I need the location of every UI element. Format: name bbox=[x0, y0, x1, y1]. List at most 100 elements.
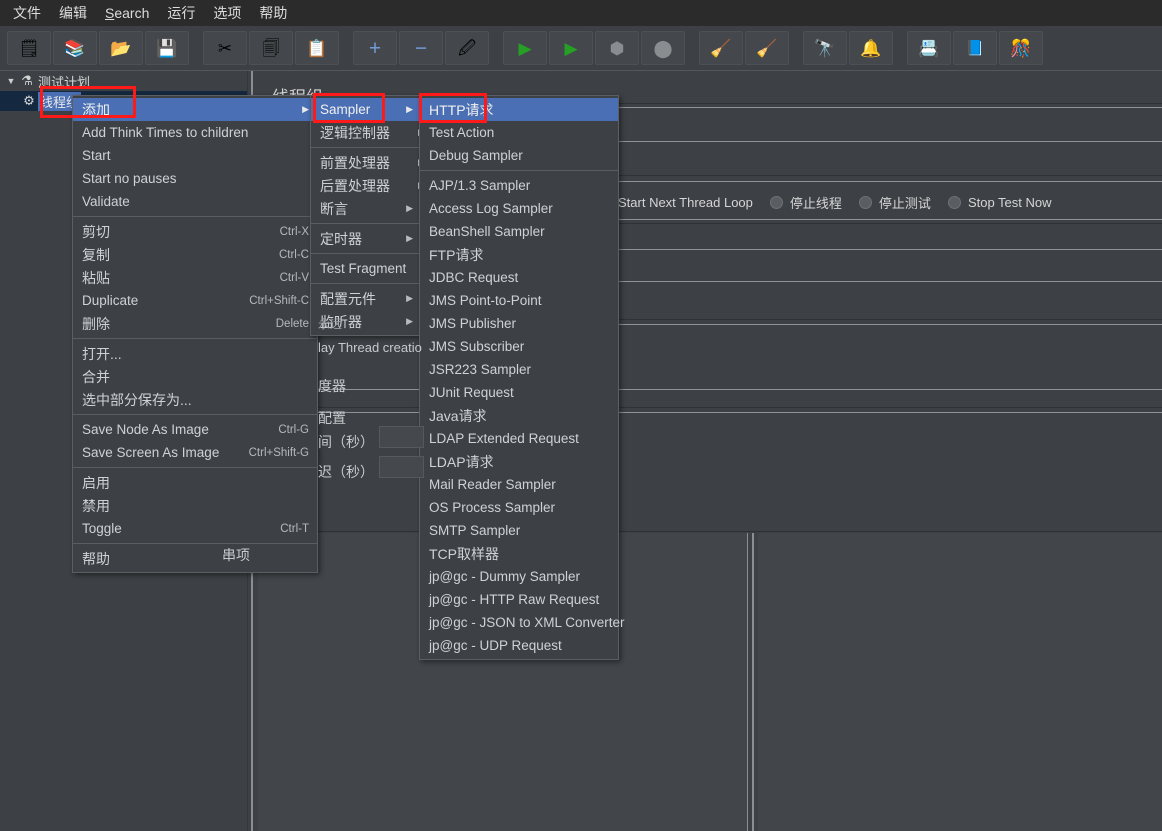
search-icon: 🔭 bbox=[814, 38, 836, 58]
context-menu-item[interactable]: 打开... bbox=[73, 342, 317, 365]
cut-button[interactable]: ✂ bbox=[203, 31, 247, 65]
add-submenu-item[interactable]: 断言 ▶ bbox=[311, 197, 421, 220]
context-menu-item[interactable]: 禁用 bbox=[73, 494, 317, 517]
menu-file[interactable]: 文件 bbox=[4, 0, 50, 26]
context-menu-item[interactable]: Duplicate Ctrl+Shift-C bbox=[73, 289, 317, 312]
context-menu-item[interactable]: 帮助 bbox=[73, 547, 317, 570]
radio-start-next-thread-loop-label[interactable]: Start Next Thread Loop bbox=[618, 195, 753, 210]
context-menu-item[interactable]: 复制 Ctrl-C bbox=[73, 243, 317, 266]
add-submenu-item[interactable]: 逻辑控制器▶ bbox=[311, 121, 425, 144]
context-menu-item[interactable]: 添加 ▶ bbox=[73, 98, 317, 121]
sampler-submenu-item[interactable]: JUnit Request bbox=[420, 381, 618, 404]
toggle-button[interactable]: 🖉 bbox=[445, 31, 489, 65]
sampler-submenu-item[interactable]: Java请求 bbox=[420, 404, 618, 427]
flask-icon: ⚗ bbox=[21, 73, 33, 88]
undo-redo-button[interactable]: 🎊 bbox=[999, 31, 1043, 65]
menu-options[interactable]: 选项 bbox=[204, 0, 250, 26]
radio-stop-thread-label[interactable]: 停止线程 bbox=[790, 193, 842, 212]
sampler-submenu-item[interactable]: jp@gc - Dummy Sampler bbox=[420, 565, 618, 588]
sampler-submenu-item[interactable]: JMS Subscriber bbox=[420, 335, 618, 358]
menu-run[interactable]: 运行 bbox=[158, 0, 204, 26]
context-menu-item-label: 选中部分保存为... bbox=[82, 391, 192, 408]
search-button[interactable]: 🔭 bbox=[803, 31, 847, 65]
open-button[interactable]: 📂 bbox=[99, 31, 143, 65]
sampler-submenu-item[interactable]: Access Log Sampler bbox=[420, 197, 618, 220]
context-menu-item[interactable]: 启用 bbox=[73, 471, 317, 494]
sampler-submenu-item[interactable]: FTP请求 bbox=[420, 243, 618, 266]
add-submenu-item[interactable]: 配置元件 ▶ bbox=[311, 287, 421, 310]
context-menu-item-label: Toggle bbox=[82, 521, 122, 536]
sampler-submenu-item[interactable]: Mail Reader Sampler bbox=[420, 473, 618, 496]
sampler-submenu-item[interactable]: BeanShell Sampler bbox=[420, 220, 618, 243]
copy-button[interactable]: 🗐 bbox=[249, 31, 293, 65]
radio-stop-test-icon[interactable] bbox=[858, 196, 872, 209]
radio-stop-test-label[interactable]: 停止测试 bbox=[879, 193, 931, 212]
sampler-submenu-item[interactable]: AJP/1.3 Sampler bbox=[420, 174, 618, 197]
shutdown-button[interactable]: ⬤ bbox=[641, 31, 685, 65]
sampler-submenu-item[interactable]: LDAP请求 bbox=[420, 450, 618, 473]
add-submenu-item[interactable]: Sampler ▶ bbox=[311, 98, 421, 121]
sampler-submenu-item[interactable]: jp@gc - HTTP Raw Request bbox=[420, 588, 618, 611]
radio-stop-test-now-icon[interactable] bbox=[947, 196, 961, 209]
context-menu-item[interactable]: Save Screen As Image Ctrl+Shift-G bbox=[73, 441, 317, 464]
tree-node-test-plan[interactable]: ▼ ⚗ 测试计划 bbox=[0, 71, 247, 91]
context-menu-item[interactable]: Save Node As Image Ctrl-G bbox=[73, 418, 317, 441]
sampler-submenu[interactable]: HTTP请求 Test Action Debug Sampler AJP/1.3 Sa… bbox=[419, 95, 625, 660]
sampler-submenu-item[interactable]: JSR223 Sampler bbox=[420, 358, 618, 381]
reset-search-button[interactable]: 🔔 bbox=[849, 31, 893, 65]
add-submenu-item[interactable]: 后置处理器▶ bbox=[311, 174, 425, 197]
sampler-submenu-item[interactable]: JMS Point-to-Point bbox=[420, 289, 618, 312]
radio-stop-thread-icon[interactable] bbox=[769, 196, 783, 209]
paste-button[interactable]: 📋 bbox=[295, 31, 339, 65]
add-submenu-item[interactable]: 前置处理器▶ bbox=[311, 151, 425, 174]
clear-button[interactable]: 🧹 bbox=[699, 31, 743, 65]
start-button[interactable]: ▶ bbox=[503, 31, 547, 65]
sampler-submenu-item[interactable]: LDAP Extended Request bbox=[420, 427, 618, 450]
add-submenu-separator bbox=[311, 147, 421, 148]
context-menu-item[interactable]: 粘贴 Ctrl-V bbox=[73, 266, 317, 289]
add-submenu-item[interactable]: Test Fragment▶ bbox=[311, 257, 441, 280]
expand-all-button[interactable]: + bbox=[353, 31, 397, 65]
sampler-submenu-item[interactable]: Debug Sampler bbox=[420, 144, 618, 167]
start-no-pauses-button[interactable]: ▶ bbox=[549, 31, 593, 65]
chevron-down-icon[interactable]: ▼ bbox=[4, 76, 18, 86]
sampler-submenu-item[interactable]: SMTP Sampler bbox=[420, 519, 618, 542]
radio-stop-test-now-label[interactable]: Stop Test Now bbox=[968, 195, 1052, 210]
function-helper-button[interactable]: 📇 bbox=[907, 31, 951, 65]
clear-all-button[interactable]: 🧹 bbox=[745, 31, 789, 65]
sampler-submenu-item[interactable]: JMS Publisher bbox=[420, 312, 618, 335]
menu-search[interactable]: Search bbox=[96, 2, 158, 24]
menu-edit[interactable]: 编辑 bbox=[50, 0, 96, 26]
sampler-submenu-item[interactable]: TCP取样器 bbox=[420, 542, 618, 565]
radio-group-on-sampler-error[interactable]: Start Next Thread Loop 停止线程 停止测试 Stop Te… bbox=[598, 193, 1052, 212]
help-button[interactable]: 📘 bbox=[953, 31, 997, 65]
templates-button[interactable]: 📚 bbox=[53, 31, 97, 65]
context-menu-item[interactable]: 剪切 Ctrl-X bbox=[73, 220, 317, 243]
context-menu-item[interactable]: Toggle Ctrl-T bbox=[73, 517, 317, 540]
sampler-submenu-item[interactable]: JDBC Request bbox=[420, 266, 618, 289]
sampler-submenu-item[interactable]: jp@gc - JSON to XML Converter bbox=[420, 611, 625, 634]
sampler-submenu-item[interactable]: OS Process Sampler bbox=[420, 496, 618, 519]
editor-inner-splitter[interactable] bbox=[752, 533, 754, 831]
tree-context-menu[interactable]: 添加 ▶ Add Think Times to children Start Start… bbox=[72, 95, 318, 573]
duration-input[interactable] bbox=[379, 426, 424, 448]
context-menu-item[interactable]: 选中部分保存为... bbox=[73, 388, 317, 411]
collapse-all-button[interactable]: − bbox=[399, 31, 443, 65]
save-button[interactable]: 💾 bbox=[145, 31, 189, 65]
sampler-submenu-item[interactable]: HTTP请求 bbox=[420, 98, 618, 121]
context-menu-item[interactable]: Validate bbox=[73, 190, 317, 213]
stop-button[interactable]: ⬢ bbox=[595, 31, 639, 65]
context-menu-item[interactable]: 合并 bbox=[73, 365, 317, 388]
sampler-submenu-item[interactable]: jp@gc - UDP Request bbox=[420, 634, 618, 657]
menu-help[interactable]: 帮助 bbox=[250, 0, 296, 26]
context-menu-item[interactable]: Start no pauses bbox=[73, 167, 317, 190]
sampler-submenu-item[interactable]: Test Action bbox=[420, 121, 618, 144]
add-submenu-item[interactable]: 定时器 ▶ bbox=[311, 227, 421, 250]
context-menu-item[interactable]: 删除 Delete bbox=[73, 312, 317, 335]
add-submenu[interactable]: Sampler▶逻辑控制器▶ 前置处理器▶后置处理器▶断言▶ 定时器▶ Test Fr… bbox=[310, 95, 441, 336]
new-button[interactable]: 🗒 bbox=[7, 31, 51, 65]
context-menu-item[interactable]: Start bbox=[73, 144, 317, 167]
startup-delay-input[interactable] bbox=[379, 456, 424, 478]
context-menu-item[interactable]: Add Think Times to children bbox=[73, 121, 317, 144]
sampler-submenu-item-label: JMS Point-to-Point bbox=[429, 293, 542, 308]
